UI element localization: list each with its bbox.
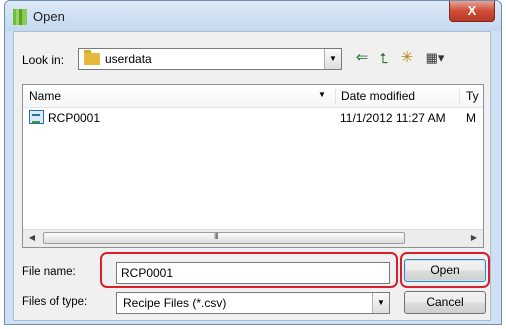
look-in-combobox[interactable]: userdata ▼ [78, 48, 342, 70]
look-in-value: userdata [105, 52, 152, 66]
look-in-label: Look in: [22, 53, 65, 67]
scrollbar-grip: III [214, 232, 219, 241]
chevron-down-icon[interactable]: ▼ [324, 49, 341, 69]
column-header-date-modified[interactable]: Date modified [335, 89, 415, 105]
column-header-row: Name ▼ Date modified Ty [23, 85, 483, 108]
files-of-type-label: Files of type: [22, 296, 88, 308]
folder-icon [84, 50, 100, 65]
chevron-down-icon[interactable]: ▼ [372, 293, 389, 313]
back-icon[interactable]: ⇐ [354, 48, 370, 68]
column-header-name[interactable]: Name [29, 89, 61, 103]
file-type-value: Recipe Files (*.csv) [123, 296, 227, 310]
file-type-cell: M [466, 111, 476, 125]
scroll-left-icon[interactable]: ◀ [25, 231, 39, 245]
csv-file-icon [29, 110, 44, 124]
cancel-button[interactable]: Cancel [404, 291, 486, 314]
scrollbar-thumb[interactable]: III [43, 232, 405, 244]
sort-arrow-icon: ▼ [318, 90, 326, 99]
file-name-input[interactable]: RCP0001 [116, 262, 390, 284]
file-name-label: File name: [22, 266, 76, 278]
dialog-title: Open [33, 9, 65, 24]
view-menu-icon[interactable]: ▦▾ [422, 48, 448, 68]
file-row[interactable]: RCP0001 11/1/2012 11:27 AM M [23, 109, 483, 127]
file-type-select[interactable]: Recipe Files (*.csv) ▼ [116, 292, 390, 314]
dialog-body: Look in: userdata ▼ ⇐ ⮤ ✳ ▦▾ Name ▼ Date… [13, 31, 491, 321]
title-bar[interactable]: Open X [5, 1, 501, 31]
new-folder-icon[interactable]: ✳ [398, 48, 416, 68]
file-list[interactable]: Name ▼ Date modified Ty RCP0001 11/1/201… [22, 84, 484, 248]
close-button[interactable]: X [449, 1, 495, 22]
horizontal-scrollbar[interactable]: ◀ III ▶ [23, 229, 483, 247]
app-icon [13, 9, 27, 25]
file-date-cell: 11/1/2012 11:27 AM [340, 111, 446, 125]
open-button[interactable]: Open [404, 259, 486, 282]
file-name-cell[interactable]: RCP0001 [48, 111, 100, 125]
up-folder-icon[interactable]: ⮤ [376, 48, 392, 68]
scroll-right-icon[interactable]: ▶ [467, 231, 481, 245]
column-header-type[interactable]: Ty [459, 89, 479, 105]
open-dialog: Open X Look in: userdata ▼ ⇐ ⮤ ✳ ▦▾ Name… [4, 0, 502, 325]
